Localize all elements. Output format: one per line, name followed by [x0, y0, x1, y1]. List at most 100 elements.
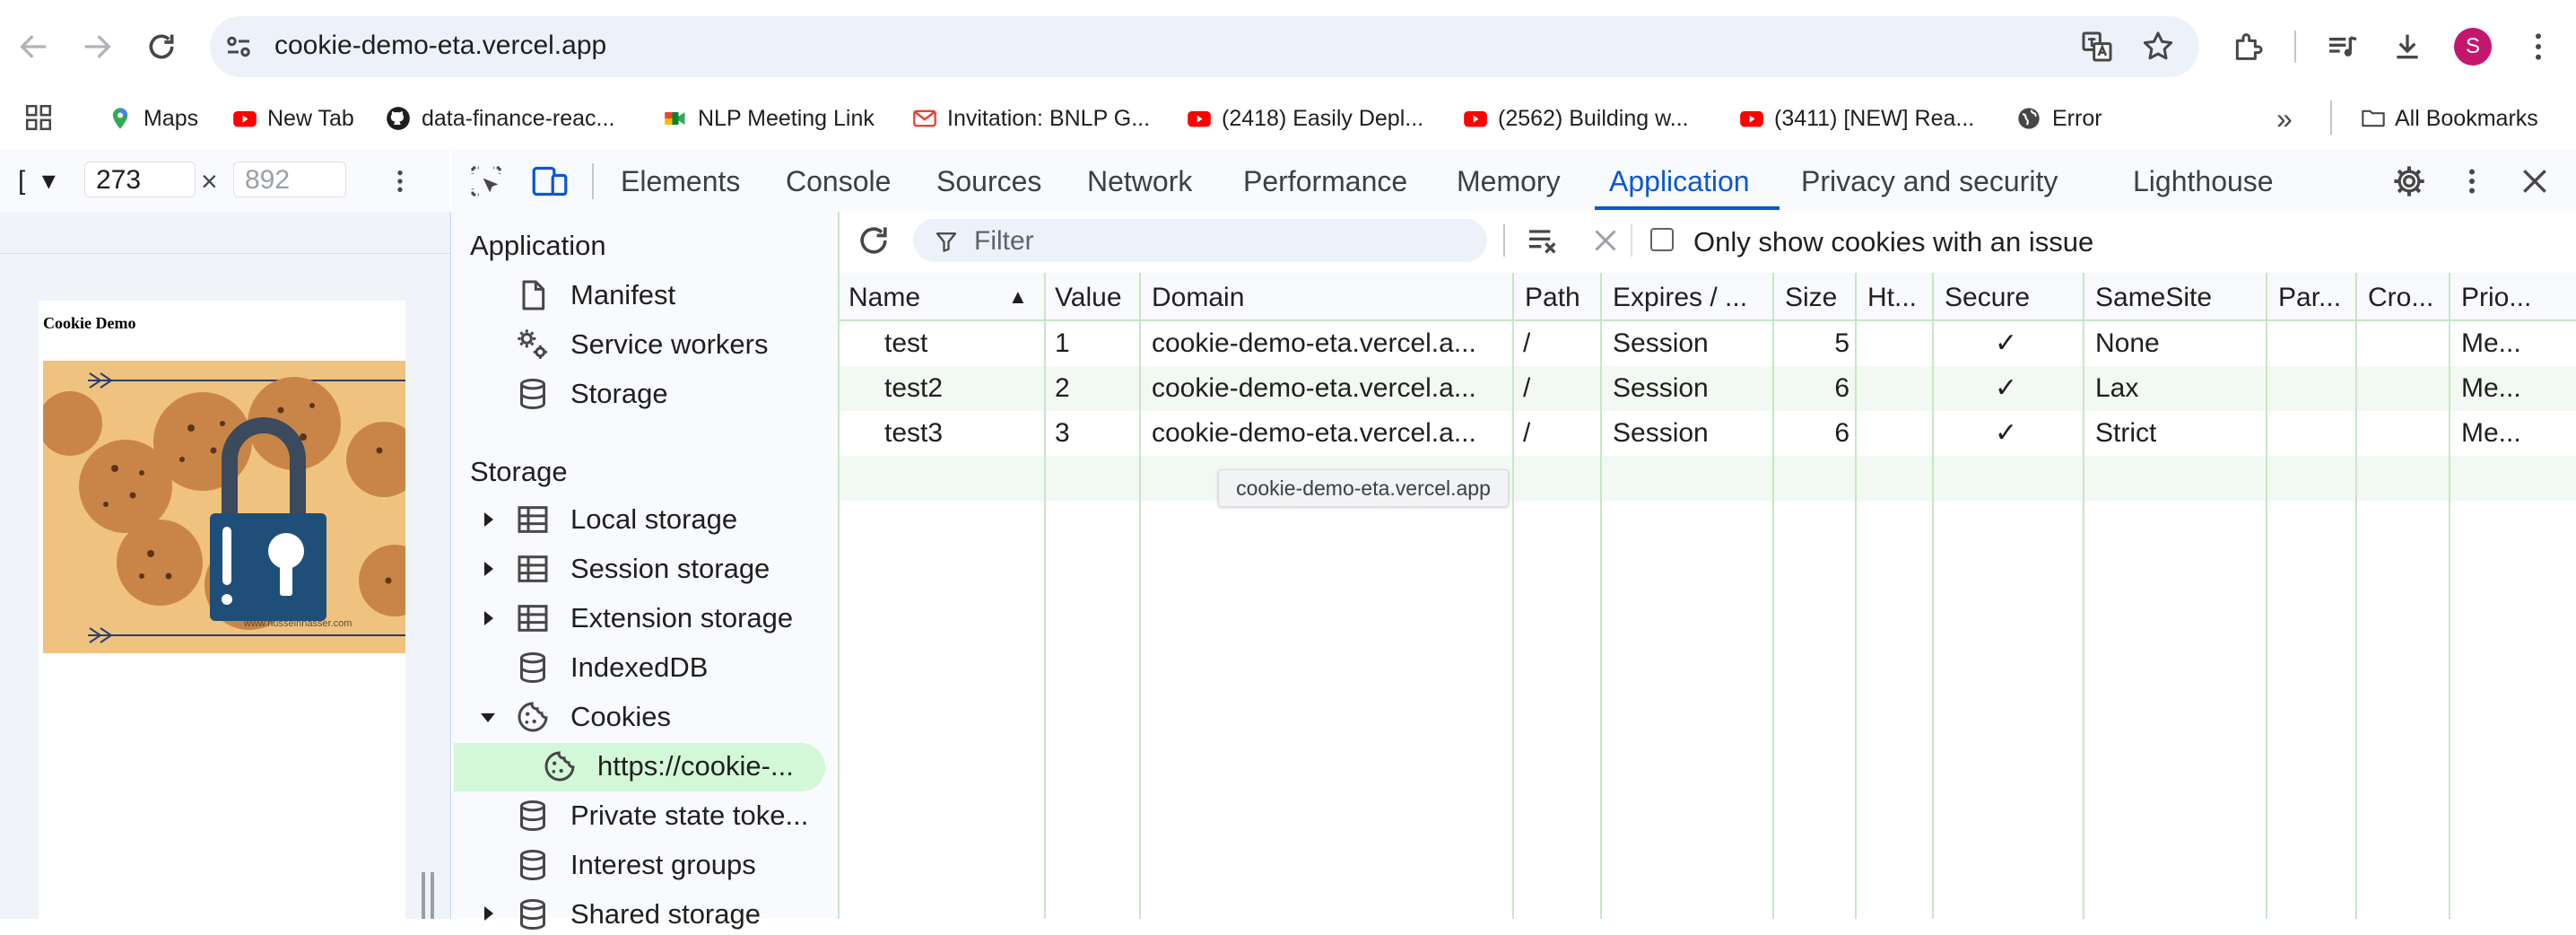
site-info-icon[interactable] — [222, 31, 255, 63]
cell-name[interactable]: test3 — [884, 411, 943, 456]
resize-handle[interactable] — [431, 872, 434, 919]
only-issue-checkbox[interactable] — [1650, 228, 1674, 251]
cell-domain[interactable]: cookie-demo-eta.vercel.a... — [1152, 411, 1507, 456]
sidebar-item-indexeddb[interactable]: IndexedDB — [515, 647, 708, 688]
column-header-path[interactable]: Path — [1525, 275, 1580, 319]
cell-expires[interactable]: Session — [1613, 411, 1709, 456]
sidebar-item-cookies[interactable]: Cookies — [515, 696, 671, 738]
url-text[interactable]: cookie-demo-eta.vercel.app — [274, 31, 606, 61]
cell-name[interactable]: test2 — [884, 366, 943, 411]
bookmark-invitation[interactable]: Invitation: BNLP G... — [911, 100, 1150, 136]
device-height-input[interactable]: 892 — [233, 162, 346, 197]
cell-path[interactable]: / — [1523, 366, 1530, 411]
cell-expires[interactable]: Session — [1613, 321, 1709, 366]
bookmark-github[interactable]: data-finance-reac... — [386, 100, 614, 136]
tab-privacy-security[interactable]: Privacy and security — [1801, 149, 2058, 212]
cell-value[interactable]: 2 — [1055, 366, 1070, 411]
sidebar-item-storage-overview[interactable]: Storage — [515, 373, 668, 415]
sidebar-item-cookie-origin[interactable]: https://cookie-... — [542, 746, 794, 787]
column-header-expires[interactable]: Expires / ... — [1613, 275, 1747, 319]
column-header-cross-site[interactable]: Cro... — [2368, 275, 2433, 319]
resize-handle[interactable] — [422, 872, 425, 919]
sidebar-item-service-workers[interactable]: Service workers — [515, 324, 769, 365]
cell-secure[interactable]: ✓ — [1995, 321, 2017, 366]
sidebar-item-manifest[interactable]: Manifest — [515, 275, 675, 316]
tab-lighthouse[interactable]: Lighthouse — [2133, 149, 2274, 212]
download-icon[interactable] — [2389, 29, 2425, 65]
settings-gear-icon[interactable] — [2391, 163, 2427, 199]
sidebar-item-local-storage[interactable]: Local storage — [515, 499, 737, 540]
tab-console[interactable]: Console — [786, 149, 891, 212]
reload-icon[interactable] — [144, 29, 179, 65]
column-header-samesite[interactable]: SameSite — [2095, 275, 2212, 319]
devtools-more-icon[interactable] — [2456, 163, 2488, 199]
tab-performance[interactable]: Performance — [1243, 149, 1407, 212]
cell-samesite[interactable]: Lax — [2095, 366, 2138, 411]
media-controls-icon[interactable] — [2325, 29, 2361, 65]
tab-elements[interactable]: Elements — [621, 149, 740, 212]
device-more-icon[interactable] — [386, 165, 414, 197]
cell-size[interactable]: 5 — [1819, 321, 1849, 366]
profile-avatar[interactable]: S — [2454, 28, 2492, 66]
bookmark-error[interactable]: Error — [2016, 100, 2102, 136]
close-devtools-icon[interactable] — [2517, 163, 2553, 199]
expand-arrow-icon[interactable] — [479, 511, 497, 529]
translate-icon[interactable] — [2079, 29, 2115, 65]
cell-path[interactable]: / — [1523, 321, 1530, 366]
forward-icon[interactable] — [79, 29, 115, 65]
cell-secure[interactable]: ✓ — [1995, 411, 2017, 456]
sidebar-item-shared-storage[interactable]: Shared storage — [515, 894, 761, 935]
sidebar-item-session-storage[interactable]: Session storage — [515, 548, 770, 590]
dimensions-dropdown[interactable]: [ ▾ — [18, 165, 56, 197]
back-icon[interactable] — [16, 29, 52, 65]
bookmark-2562[interactable]: (2562) Building w... — [1462, 100, 1689, 136]
expand-arrow-icon[interactable] — [479, 560, 497, 578]
cell-domain[interactable]: cookie-demo-eta.vercel.a... — [1152, 366, 1507, 411]
collapse-arrow-icon[interactable] — [479, 708, 497, 726]
device-toolbar-toggle-icon[interactable] — [531, 163, 569, 199]
cell-value[interactable]: 1 — [1055, 321, 1070, 366]
sort-ascending-icon[interactable]: ▲ — [1008, 285, 1028, 309]
cell-priority[interactable]: Me... — [2461, 366, 2521, 411]
column-header-secure[interactable]: Secure — [1945, 275, 2030, 319]
delete-selected-icon[interactable] — [1589, 224, 1622, 257]
column-header-httponly[interactable]: Ht... — [1867, 275, 1917, 319]
expand-arrow-icon[interactable] — [479, 904, 497, 922]
column-header-partition-key[interactable]: Par... — [2278, 275, 2341, 319]
bookmark-new-tab[interactable]: New Tab — [231, 100, 354, 136]
column-header-domain[interactable]: Domain — [1152, 275, 1244, 319]
bookmark-3411[interactable]: (3411) [NEW] Rea... — [1738, 100, 1974, 136]
sidebar-item-interest-groups[interactable]: Interest groups — [515, 844, 756, 886]
cell-value[interactable]: 3 — [1055, 411, 1070, 456]
cell-samesite[interactable]: Strict — [2095, 411, 2156, 456]
extensions-icon[interactable] — [2230, 29, 2266, 65]
column-header-priority[interactable]: Prio... — [2461, 275, 2531, 319]
inspect-element-icon[interactable] — [468, 163, 504, 199]
sidebar-item-extension-storage[interactable]: Extension storage — [515, 598, 793, 639]
tab-network[interactable]: Network — [1087, 149, 1192, 212]
cell-samesite[interactable]: None — [2095, 321, 2160, 366]
cell-priority[interactable]: Me... — [2461, 321, 2521, 366]
bookmarks-overflow-button[interactable]: » — [2276, 100, 2293, 136]
tab-application[interactable]: Application — [1609, 149, 1750, 212]
column-header-value[interactable]: Value — [1055, 275, 1122, 319]
browser-menu-icon[interactable] — [2520, 29, 2556, 65]
sidebar-item-private-state-tokens[interactable]: Private state toke... — [515, 795, 808, 836]
cell-priority[interactable]: Me... — [2461, 411, 2521, 456]
bookmark-nlp-meeting[interactable]: NLP Meeting Link — [662, 100, 875, 136]
column-header-name[interactable]: Name — [849, 275, 920, 319]
bookmark-maps[interactable]: Maps — [108, 100, 198, 136]
bookmark-star-icon[interactable] — [2140, 29, 2176, 65]
tab-sources[interactable]: Sources — [936, 149, 1041, 212]
cell-domain[interactable]: cookie-demo-eta.vercel.a... — [1152, 321, 1507, 366]
cell-path[interactable]: / — [1523, 411, 1530, 456]
clear-all-cookies-icon[interactable] — [1525, 223, 1561, 258]
column-header-size[interactable]: Size — [1785, 275, 1837, 319]
apps-grid-icon[interactable] — [23, 102, 54, 133]
cell-secure[interactable]: ✓ — [1995, 366, 2017, 411]
device-width-input[interactable]: 273 — [84, 162, 196, 197]
cell-size[interactable]: 6 — [1819, 366, 1849, 411]
cell-size[interactable]: 6 — [1819, 411, 1849, 456]
tab-memory[interactable]: Memory — [1457, 149, 1561, 212]
refresh-icon[interactable] — [854, 221, 893, 260]
